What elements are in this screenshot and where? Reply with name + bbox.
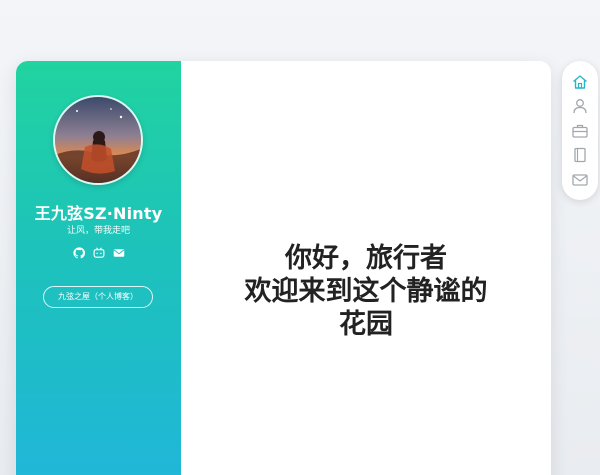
main-content: 你好，旅行者 欢迎来到这个静谧的 花园 bbox=[181, 61, 551, 475]
welcome-line-2: 欢迎来到这个静谧的 bbox=[244, 275, 488, 307]
welcome-headline: 你好，旅行者 欢迎来到这个静谧的 花园 bbox=[211, 243, 521, 342]
page: 王九弦SZ·Ninty 让风，带我走吧 九弦之屋（个人博客） 你好，旅行者 欢迎… bbox=[0, 0, 600, 475]
envelope-icon[interactable] bbox=[571, 171, 589, 189]
welcome-line-3: 花园 bbox=[339, 308, 393, 340]
profile-sidebar: 王九弦SZ·Ninty 让风，带我走吧 九弦之屋（个人博客） bbox=[16, 61, 181, 475]
user-icon[interactable] bbox=[571, 97, 589, 115]
book-icon[interactable] bbox=[571, 146, 589, 164]
github-icon[interactable] bbox=[73, 247, 85, 259]
briefcase-icon[interactable] bbox=[571, 122, 589, 140]
social-links bbox=[73, 247, 125, 259]
profile-name: 王九弦SZ·Ninty bbox=[34, 204, 163, 223]
avatar-image bbox=[55, 97, 141, 183]
profile-card: 王九弦SZ·Ninty 让风，带我走吧 九弦之屋（个人博客） 你好，旅行者 欢迎… bbox=[16, 61, 551, 475]
avatar[interactable] bbox=[53, 95, 143, 185]
personal-blog-button[interactable]: 九弦之屋（个人博客） bbox=[43, 286, 153, 308]
mail-icon[interactable] bbox=[113, 247, 125, 259]
bilibili-icon[interactable] bbox=[93, 247, 105, 259]
profile-motto: 让风，带我走吧 bbox=[66, 226, 130, 236]
welcome-line-1: 你好，旅行者 bbox=[285, 243, 447, 274]
home-icon[interactable] bbox=[571, 73, 589, 91]
right-nav bbox=[562, 61, 598, 200]
